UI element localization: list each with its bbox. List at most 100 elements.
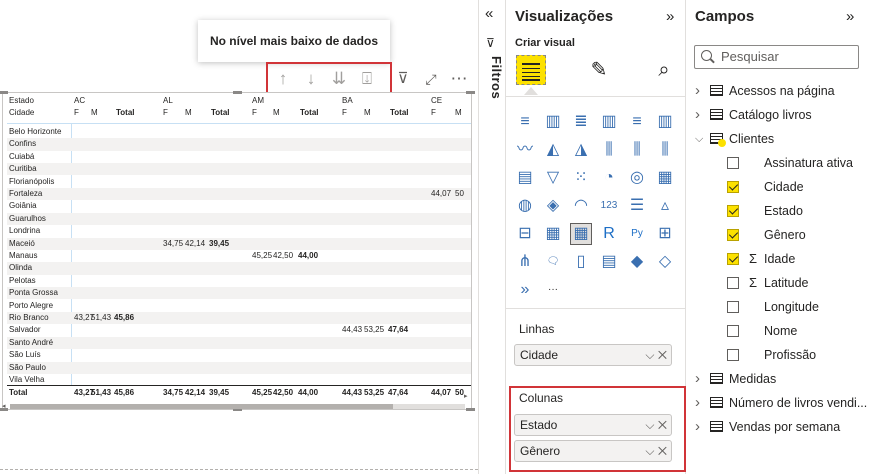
field-table-1[interactable]: › Catálogo livros: [686, 103, 869, 127]
field-checkbox[interactable]: [727, 181, 739, 193]
city-row-header[interactable]: Pelotas: [9, 275, 36, 287]
city-row-header[interactable]: Maceió: [9, 238, 35, 250]
table-row[interactable]: Vila Velha: [7, 374, 471, 386]
field-checkbox[interactable]: [727, 277, 739, 289]
resize-handle[interactable]: [466, 408, 475, 411]
field-item[interactable]: Gênero: [686, 223, 869, 247]
total-cell[interactable]: 44,07: [431, 387, 451, 399]
field-table-3[interactable]: › Medidas: [686, 367, 869, 391]
chevron-right-icon[interactable]: ›: [695, 79, 700, 103]
qna-icon[interactable]: 🗨: [543, 252, 563, 272]
ribbon-chart-icon[interactable]: ⫼: [655, 140, 675, 160]
clustered-bar-icon[interactable]: ≣: [571, 112, 591, 132]
expand-icon[interactable]: »: [666, 8, 674, 25]
matrix-cell[interactable]: 39,45: [209, 238, 229, 250]
field-item[interactable]: Σ Latitude: [686, 271, 869, 295]
scroll-left-icon[interactable]: ◂: [2, 402, 6, 410]
city-row-header[interactable]: Curitiba: [9, 163, 37, 175]
line-column-icon[interactable]: ⫼: [599, 140, 619, 160]
scroll-right-icon[interactable]: ▸: [464, 392, 468, 400]
total-cell[interactable]: 50: [455, 387, 464, 399]
city-row-header[interactable]: Goiânia: [9, 200, 37, 212]
field-checkbox[interactable]: [727, 349, 739, 361]
scatter-icon[interactable]: ⁙: [571, 168, 591, 188]
matrix-cell[interactable]: 42,14: [185, 238, 205, 250]
area-chart-icon[interactable]: ◭: [543, 140, 563, 160]
matrix-cell[interactable]: 53,25: [364, 324, 384, 336]
matrix-cell[interactable]: 47,64: [388, 324, 408, 336]
matrix-cell[interactable]: 51,43: [91, 312, 111, 324]
table-row[interactable]: Guarulhos: [7, 212, 471, 226]
table-row[interactable]: Manaus 45,25 42,50 44,00: [7, 250, 471, 262]
city-row-header[interactable]: Cuiabá: [9, 151, 34, 163]
table-row[interactable]: Curitiba: [7, 163, 471, 176]
gender-column-header[interactable]: F: [74, 107, 79, 119]
stacked-bar-icon[interactable]: ≡: [515, 112, 535, 132]
field-checkbox[interactable]: [727, 157, 739, 169]
columns-field-pill[interactable]: Gênero ⌵ ✕: [514, 440, 672, 462]
more-visuals-icon[interactable]: ···: [543, 280, 563, 300]
table-row[interactable]: Santo André: [7, 336, 471, 350]
table-row[interactable]: Porto Alegre: [7, 300, 471, 312]
table-row[interactable]: Rio Branco 43,27 51,43 45,86: [7, 312, 471, 325]
field-item[interactable]: Longitude: [686, 295, 869, 319]
gender-column-header[interactable]: Total: [300, 107, 319, 119]
gender-column-header[interactable]: Total: [211, 107, 230, 119]
treemap-icon[interactable]: ▦: [655, 168, 675, 188]
gauge-icon[interactable]: ◠: [571, 196, 591, 216]
chevron-right-icon[interactable]: ›: [695, 367, 700, 391]
columns-field-pill[interactable]: Estado ⌵ ✕: [514, 414, 672, 436]
rows-field-pill[interactable]: Cidade ⌵ ✕: [514, 344, 672, 366]
state-column-header[interactable]: AC: [74, 95, 85, 107]
total-cell[interactable]: 42,14: [185, 387, 205, 399]
gender-column-header[interactable]: Total: [390, 107, 409, 119]
gender-column-header[interactable]: F: [431, 107, 436, 119]
table-row[interactable]: Maceió 34,75 42,14 39,45: [7, 237, 471, 250]
table-row[interactable]: Confins: [7, 138, 471, 151]
state-column-header[interactable]: AM: [252, 95, 264, 107]
pill-controls[interactable]: ⌵ ✕: [645, 441, 667, 461]
field-item[interactable]: Cidade: [686, 175, 869, 199]
100-stacked-column-icon[interactable]: ▥: [655, 112, 675, 132]
gender-column-header[interactable]: F: [252, 107, 257, 119]
line-chart-icon[interactable]: 〰: [515, 140, 535, 160]
format-brush-icon[interactable]: ✎: [584, 55, 614, 85]
map-icon[interactable]: ◍: [515, 196, 535, 216]
pill-controls[interactable]: ⌵ ✕: [645, 415, 667, 435]
total-cell[interactable]: 51,43: [91, 387, 111, 399]
field-item[interactable]: Nome: [686, 319, 869, 343]
table-icon[interactable]: ▦: [543, 224, 563, 244]
matrix-cell[interactable]: 34,75: [163, 238, 183, 250]
field-item[interactable]: Profissão: [686, 343, 869, 367]
total-cell[interactable]: 45,25: [252, 387, 272, 399]
decomposition-tree-icon[interactable]: ⋔: [515, 252, 535, 272]
city-row-header[interactable]: Confins: [9, 138, 36, 150]
chevron-right-icon[interactable]: ›: [695, 415, 700, 439]
field-checkbox[interactable]: [727, 229, 739, 241]
table-row[interactable]: Pelotas: [7, 275, 471, 287]
city-row-header[interactable]: Londrina: [9, 225, 40, 237]
gender-column-header[interactable]: M: [455, 107, 462, 119]
city-row-header[interactable]: Santo André: [9, 337, 53, 349]
city-row-header[interactable]: Florianópolis: [9, 176, 54, 188]
table-row[interactable]: Belo Horizonte: [7, 126, 471, 138]
scrollbar-thumb[interactable]: [10, 404, 393, 409]
gender-column-header[interactable]: F: [342, 107, 347, 119]
field-item[interactable]: Estado: [686, 199, 869, 223]
matrix-cell[interactable]: 50: [455, 188, 464, 200]
matrix-icon[interactable]: ▦: [570, 223, 592, 245]
waterfall-icon[interactable]: ▤: [515, 168, 535, 188]
field-checkbox[interactable]: [727, 205, 739, 217]
gender-column-header[interactable]: M: [273, 107, 280, 119]
matrix-cell[interactable]: 45,25: [252, 250, 272, 262]
city-row-header[interactable]: Olinda: [9, 262, 32, 274]
matrix-cell[interactable]: 44,00: [298, 250, 318, 262]
smart-narrative-icon[interactable]: ▤: [599, 252, 619, 272]
power-automate-icon[interactable]: »: [515, 280, 535, 300]
matrix-cell[interactable]: 42,50: [273, 250, 293, 262]
power-apps-icon[interactable]: ◆: [627, 252, 647, 272]
chevron-right-icon[interactable]: ›: [695, 391, 700, 415]
python-visual-icon[interactable]: Py: [627, 224, 647, 244]
table-row[interactable]: São Luís: [7, 349, 471, 361]
city-row-header[interactable]: Fortaleza: [9, 188, 42, 200]
